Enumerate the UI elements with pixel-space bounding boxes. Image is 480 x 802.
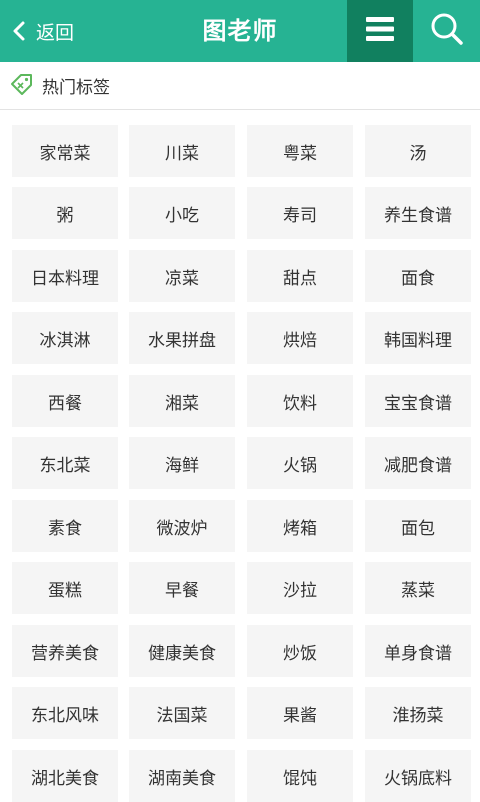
tag-item[interactable]: 韩国料理 [365, 312, 471, 364]
tag-item[interactable]: 早餐 [129, 562, 235, 614]
tag-item[interactable]: 宝宝食谱 [365, 375, 471, 427]
section-title: 热门标签 [42, 78, 110, 98]
tag-grid: 家常菜 川菜 粤菜 汤 粥 小吃 寿司 养生食谱 日本料理 凉菜 甜点 面食 冰… [0, 110, 480, 802]
tag-item[interactable]: 家常菜 [12, 125, 118, 177]
tag-item[interactable]: 炒饭 [247, 625, 353, 677]
tag-item[interactable]: 淮扬菜 [365, 687, 471, 739]
tag-item[interactable]: 单身食谱 [365, 625, 471, 677]
tag-item[interactable]: 面包 [365, 500, 471, 552]
tag-item[interactable]: 寿司 [247, 187, 353, 239]
tag-item[interactable]: 凉菜 [129, 250, 235, 302]
tag-item[interactable]: 健康美食 [129, 625, 235, 677]
tag-item[interactable]: 微波炉 [129, 500, 235, 552]
tag-item[interactable]: 汤 [365, 125, 471, 177]
tag-icon [10, 72, 34, 100]
page-title: 图老师 [202, 17, 278, 45]
tag-item[interactable]: 小吃 [129, 187, 235, 239]
tag-item[interactable]: 川菜 [129, 125, 235, 177]
chevron-left-icon [12, 20, 26, 42]
tag-item[interactable]: 冰淇淋 [12, 312, 118, 364]
tag-item[interactable]: 沙拉 [247, 562, 353, 614]
tag-item[interactable]: 湘菜 [129, 375, 235, 427]
tag-item[interactable]: 西餐 [12, 375, 118, 427]
tag-item[interactable]: 湖南美食 [129, 750, 235, 802]
tag-item[interactable]: 日本料理 [12, 250, 118, 302]
tag-item[interactable]: 饮料 [247, 375, 353, 427]
tag-item[interactable]: 火锅 [247, 437, 353, 489]
tag-item[interactable]: 粤菜 [247, 125, 353, 177]
tag-item[interactable]: 烤箱 [247, 500, 353, 552]
hot-tags-header: 热门标签 [0, 62, 480, 110]
tag-item[interactable]: 法国菜 [129, 687, 235, 739]
tag-item[interactable]: 养生食谱 [365, 187, 471, 239]
tag-item[interactable]: 减肥食谱 [365, 437, 471, 489]
tag-item[interactable]: 素食 [12, 500, 118, 552]
tag-item[interactable]: 火锅底料 [365, 750, 471, 802]
tag-item[interactable]: 蛋糕 [12, 562, 118, 614]
back-button[interactable]: 返回 [0, 0, 110, 62]
tag-item[interactable]: 甜点 [247, 250, 353, 302]
tag-item[interactable]: 蒸菜 [365, 562, 471, 614]
tag-item[interactable]: 湖北美食 [12, 750, 118, 802]
top-bar: 返回 图老师 [0, 0, 480, 62]
tag-item[interactable]: 果酱 [247, 687, 353, 739]
search-icon [430, 12, 464, 50]
back-label: 返回 [36, 21, 75, 44]
tag-item[interactable]: 水果拼盘 [129, 312, 235, 364]
tag-item[interactable]: 面食 [365, 250, 471, 302]
tag-item[interactable]: 东北风味 [12, 687, 118, 739]
tag-item[interactable]: 烘焙 [247, 312, 353, 364]
tag-item[interactable]: 海鲜 [129, 437, 235, 489]
search-button[interactable] [413, 0, 480, 62]
tag-item[interactable]: 馄饨 [247, 750, 353, 802]
tag-item[interactable]: 东北菜 [12, 437, 118, 489]
menu-icon [366, 16, 394, 46]
menu-button[interactable] [347, 0, 413, 62]
tag-item[interactable]: 营养美食 [12, 625, 118, 677]
tag-item[interactable]: 粥 [12, 187, 118, 239]
